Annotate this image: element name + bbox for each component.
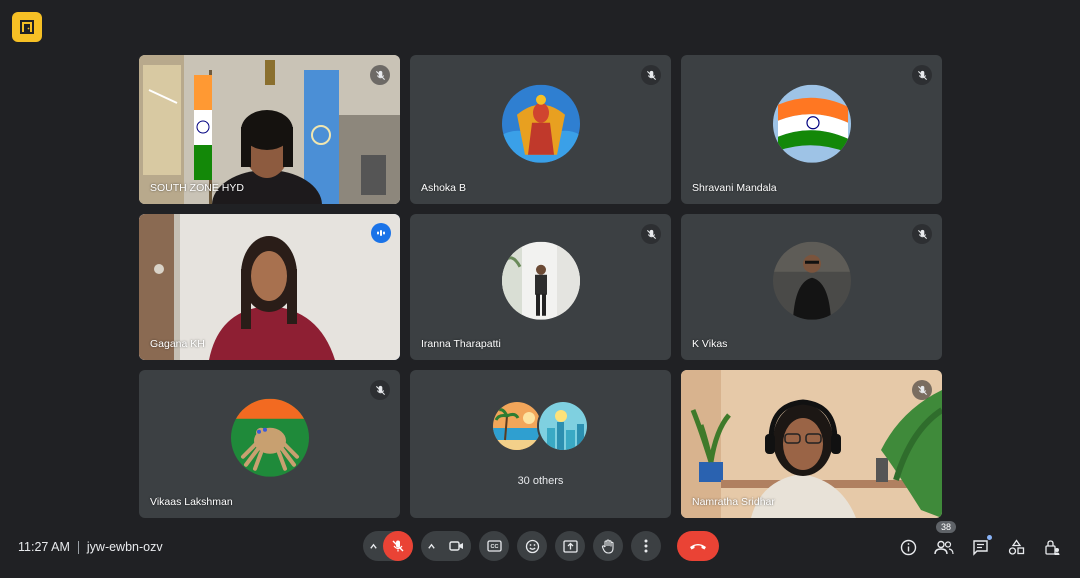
people-button[interactable]: 38	[932, 521, 957, 559]
emoji-reactions-button[interactable]	[517, 531, 547, 561]
participant-name: Namratha Sridhar	[692, 496, 775, 508]
participant-name: SOUTH ZONE HYD	[150, 182, 244, 194]
mic-toggle-button[interactable]	[383, 531, 413, 561]
people-icon	[934, 540, 954, 554]
mic-muted-icon	[912, 380, 932, 400]
avatar	[501, 84, 580, 163]
participant-name: Vikaas Lakshman	[150, 496, 233, 508]
mic-off-icon	[392, 540, 404, 552]
host-controls-button[interactable]	[1040, 535, 1064, 559]
bottom-toolbar: 11:27 AM jyw-ewbn-ozv CC 38	[0, 521, 1080, 571]
camera-icon	[448, 541, 463, 551]
participant-tile[interactable]: K Vikas	[681, 214, 942, 360]
participant-name: Shravani Mandala	[692, 182, 777, 194]
video-options-button[interactable]	[421, 531, 441, 561]
chat-icon	[972, 539, 988, 556]
meeting-details-button[interactable]	[896, 535, 920, 559]
participant-tile[interactable]: Iranna Tharapatti	[410, 214, 671, 360]
mic-muted-icon	[641, 65, 661, 85]
mic-muted-icon	[641, 224, 661, 244]
more-options-button[interactable]	[631, 531, 661, 561]
participant-tile[interactable]: Ashoka B	[410, 55, 671, 204]
participant-name: Ashoka B	[421, 182, 466, 194]
mic-muted-icon	[370, 65, 390, 85]
chat-button[interactable]	[968, 535, 992, 559]
mic-muted-icon	[912, 224, 932, 244]
audio-options-button[interactable]	[363, 531, 383, 561]
speaking-indicator-icon	[371, 223, 391, 243]
app-logo[interactable]	[12, 12, 42, 42]
avatar	[772, 241, 851, 320]
present-screen-button[interactable]	[555, 531, 585, 561]
meeting-info: 11:27 AM jyw-ewbn-ozv	[18, 540, 163, 554]
call-controls: CC	[363, 531, 719, 561]
avatar	[772, 84, 851, 163]
camera-toggle-button[interactable]	[441, 531, 471, 561]
svg-text:CC: CC	[490, 544, 498, 550]
participant-name: K Vikas	[692, 338, 728, 350]
participant-name: Iranna Tharapatti	[421, 338, 501, 350]
meeting-code: jyw-ewbn-ozv	[86, 540, 163, 554]
participant-tile[interactable]: Shravani Mandala	[681, 55, 942, 204]
avatar	[490, 400, 543, 452]
captions-icon: CC	[486, 540, 502, 552]
divider	[77, 540, 79, 554]
raise-hand-button[interactable]	[593, 531, 623, 561]
activities-icon	[1008, 538, 1024, 555]
others-tile[interactable]: 30 others	[410, 370, 671, 518]
avatar	[536, 400, 589, 452]
participant-tile[interactable]: Vikaas Lakshman	[139, 370, 400, 518]
leave-call-button[interactable]	[677, 531, 719, 561]
chevron-up-icon	[427, 543, 435, 549]
others-avatars	[490, 400, 591, 456]
activities-button[interactable]	[1004, 535, 1028, 559]
participant-name: Gagana KH	[150, 338, 205, 350]
lock-person-icon	[1044, 539, 1059, 555]
unread-indicator	[987, 535, 992, 540]
end-call-icon	[690, 544, 706, 550]
participant-grid: SOUTH ZONE HYD Ashoka B Shravani Mandala…	[139, 55, 942, 518]
info-icon	[900, 539, 916, 555]
mic-control-group	[363, 531, 413, 561]
mic-muted-icon	[370, 380, 390, 400]
avatar	[230, 398, 309, 477]
camera-control-group	[421, 531, 471, 561]
side-panel-toolbar: 38	[884, 521, 1064, 559]
raise-hand-icon	[601, 538, 614, 554]
participant-tile[interactable]: SOUTH ZONE HYD	[139, 55, 400, 204]
present-screen-icon	[562, 539, 578, 553]
clock-time: 11:27 AM	[18, 540, 70, 554]
participant-tile-active-speaker[interactable]: Gagana KH	[139, 214, 400, 360]
participant-tile[interactable]: Namratha Sridhar	[681, 370, 942, 518]
avatar	[501, 241, 580, 320]
others-count-label: 30 others	[517, 475, 564, 487]
participant-count-badge: 38	[936, 521, 957, 533]
mic-muted-icon	[912, 65, 932, 85]
captions-button[interactable]: CC	[479, 531, 509, 561]
chevron-up-icon	[369, 543, 377, 549]
more-vert-icon	[644, 539, 648, 553]
door-exit-icon	[20, 20, 34, 34]
emoji-icon	[525, 539, 539, 553]
